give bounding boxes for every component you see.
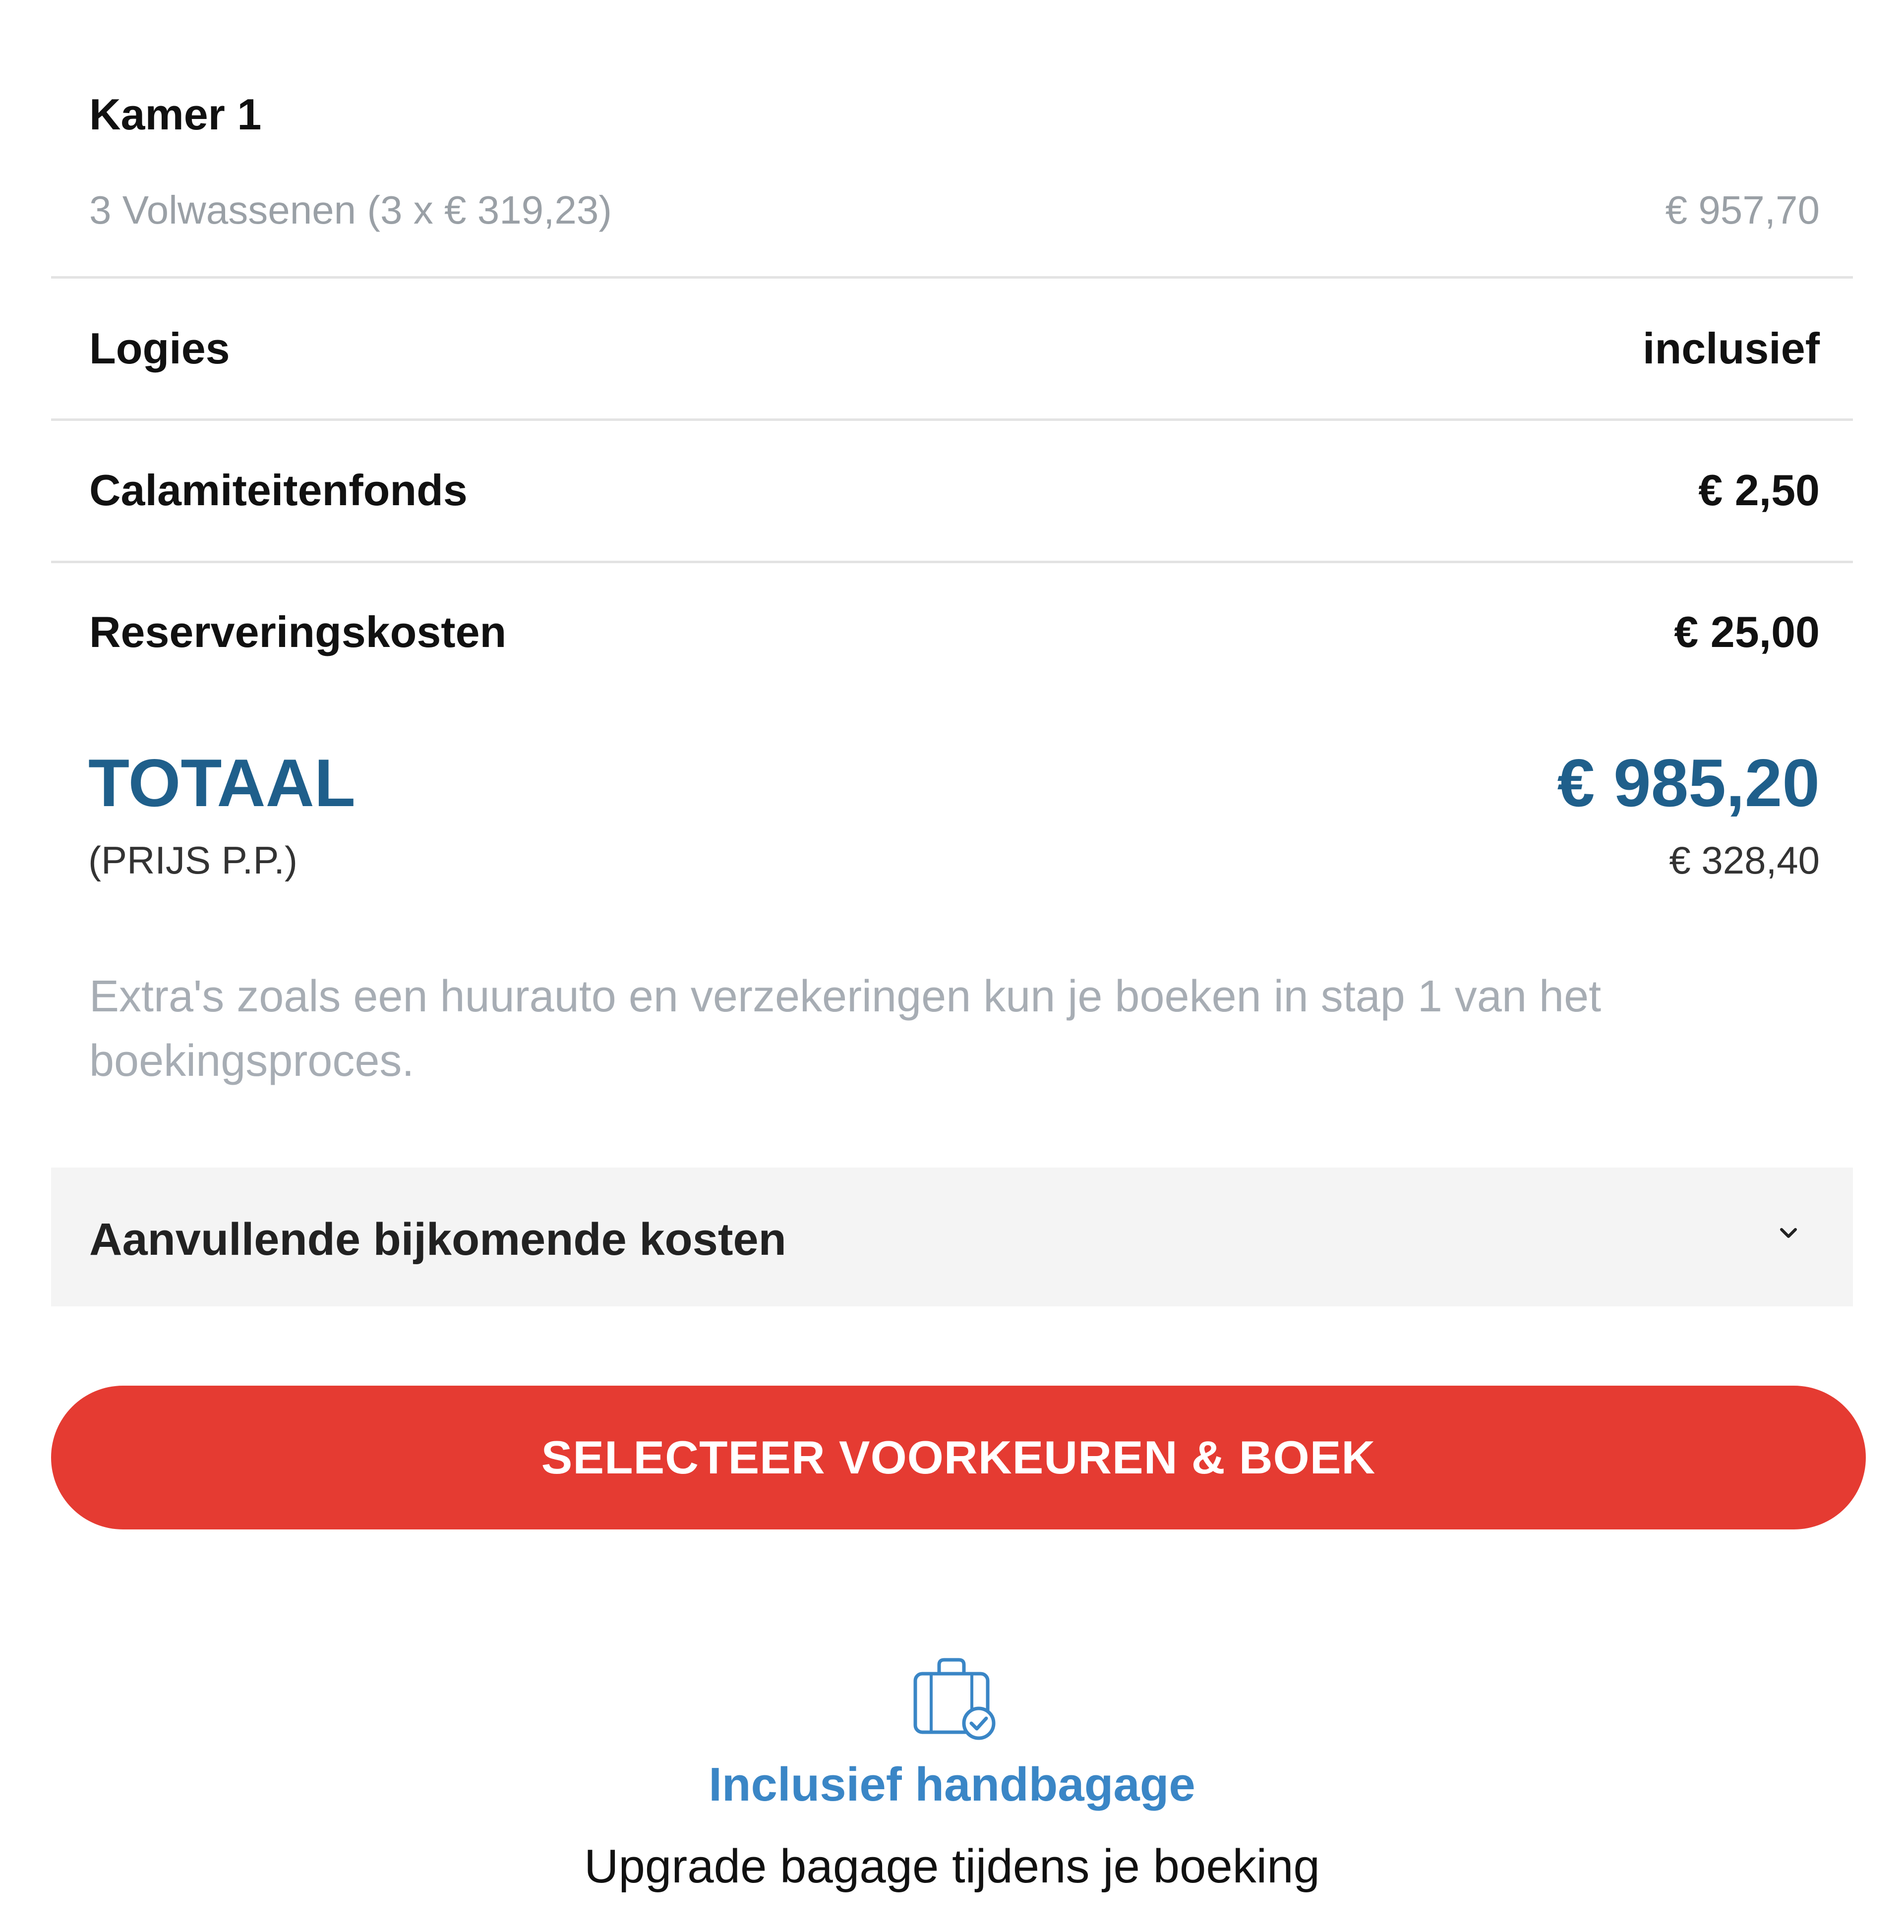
- total-label: TOTAAL: [88, 745, 356, 820]
- price-summary: Kamer 1 3 Volwassenen (3 x € 319,23) € 9…: [0, 0, 1904, 1932]
- reserveringskosten-label: Reserveringskosten: [89, 607, 507, 656]
- extras-info-text: Extra's zoals een huurauto en verzekerin…: [89, 972, 1602, 1086]
- room-title: Kamer 1: [89, 90, 262, 139]
- divider: [51, 561, 1853, 563]
- total-per-person-label: (PRIJS P.P.): [88, 838, 298, 882]
- suitcase-check-icon: [913, 1658, 996, 1740]
- logies-label: Logies: [89, 324, 230, 373]
- additional-costs-toggle[interactable]: Aanvullende bijkomende kosten: [51, 1168, 1853, 1306]
- divider: [51, 418, 1853, 421]
- calamiteitenfonds-value: € 2,50: [1698, 466, 1820, 515]
- divider: [51, 276, 1853, 279]
- room-occupancy-label: 3 Volwassenen (3 x € 319,23): [89, 188, 612, 232]
- calamiteitenfonds-label: Calamiteitenfonds: [89, 466, 468, 515]
- baggage-title: Inclusief handbagage: [709, 1758, 1195, 1811]
- select-preferences-book-button[interactable]: SELECTEER VOORKEUREN & BOEK: [51, 1386, 1866, 1529]
- additional-costs-label: Aanvullende bijkomende kosten: [89, 1214, 786, 1265]
- reserveringskosten-value: € 25,00: [1674, 607, 1820, 656]
- room-occupancy-value: € 957,70: [1665, 188, 1820, 232]
- baggage-subtitle: Upgrade bagage tijdens je boeking: [584, 1840, 1320, 1893]
- total-price: € 985,20: [1557, 745, 1820, 820]
- logies-value: inclusief: [1643, 324, 1820, 373]
- total-per-person-price: € 328,40: [1669, 838, 1820, 882]
- chevron-down-icon: [1780, 1228, 1797, 1238]
